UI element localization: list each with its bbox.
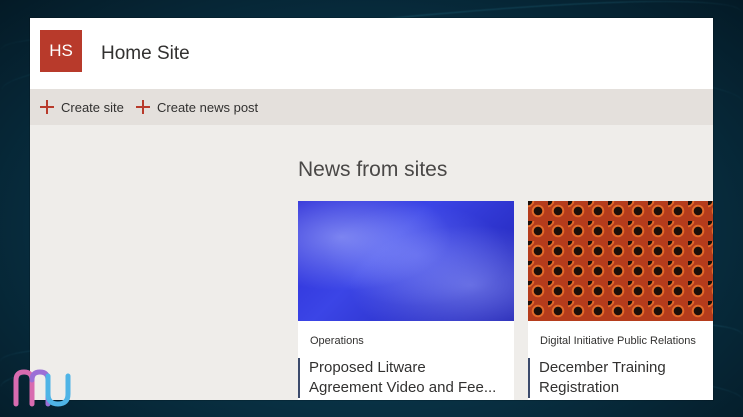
- main-content: News from sites Operations Proposed Litw…: [30, 125, 713, 400]
- command-bar: Create site Create news post: [30, 89, 713, 125]
- news-heading: News from sites: [298, 158, 448, 181]
- blue-abstract-image: [298, 201, 514, 321]
- create-news-post-label: Create news post: [157, 99, 259, 115]
- news-card[interactable]: Digital Initiative Public Relations Dece…: [528, 201, 713, 400]
- news-card-title[interactable]: December Training Registration: [528, 358, 713, 398]
- plus-icon: [136, 100, 150, 114]
- mu-logo-icon: [13, 369, 71, 407]
- news-card-category: Operations: [310, 335, 364, 347]
- site-logo-initials: HS: [49, 41, 73, 60]
- news-card-category: Digital Initiative Public Relations: [540, 335, 696, 347]
- create-news-post-button[interactable]: Create news post: [136, 89, 258, 125]
- site-title[interactable]: Home Site: [101, 43, 190, 65]
- site-logo[interactable]: HS: [40, 30, 82, 72]
- create-site-label: Create site: [61, 99, 124, 115]
- create-site-button[interactable]: Create site: [40, 89, 124, 125]
- sharepoint-window: HS Home Site Create site Create news pos…: [30, 18, 713, 400]
- news-card[interactable]: Operations Proposed Litware Agreement Vi…: [298, 201, 514, 400]
- orange-hexagon-pattern-image: [528, 201, 713, 321]
- site-header: HS Home Site: [30, 18, 713, 89]
- news-card-title[interactable]: Proposed Litware Agreement Video and Fee…: [298, 358, 499, 398]
- plus-icon: [40, 100, 54, 114]
